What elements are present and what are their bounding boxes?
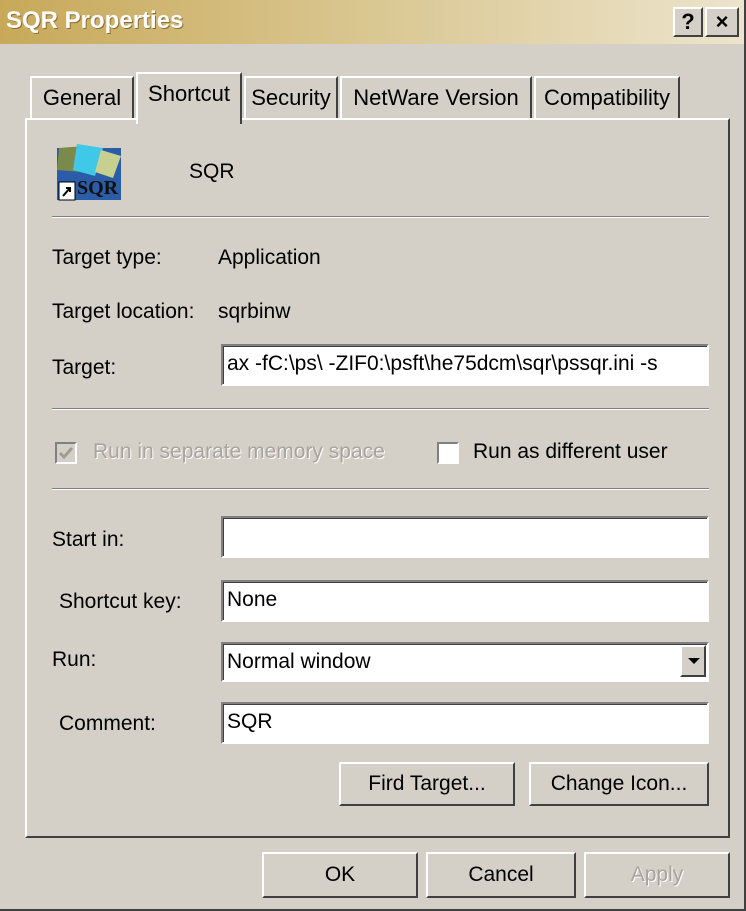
separator-1 [52,216,709,218]
run-separate-memory-label: Run in separate memory space [93,440,385,463]
run-as-different-user-label: Run as different user [473,440,668,463]
sqr-shortcut-icon: SQR [55,142,127,204]
window-title: SQR Properties [6,7,184,34]
separator-3 [52,488,709,490]
title-bar[interactable]: SQR Properties ? × [0,0,744,44]
run-label: Run: [52,648,97,671]
shortcut-name: SQR [189,160,235,183]
tab-shortcut[interactable]: Shortcut [136,72,242,124]
close-button[interactable]: × [705,7,739,37]
cancel-button[interactable]: Cancel [426,852,576,898]
comment-label: Comment: [59,712,156,735]
run-select-value: Normal window [227,650,371,673]
tab-compatibility[interactable]: Compatibility [534,76,680,118]
target-location-value: sqrbinw [218,300,291,323]
chevron-down-icon[interactable] [680,645,706,677]
tab-netware-version[interactable]: NetWare Version [340,76,532,118]
sqr-icon-text: SQR [77,177,119,199]
start-in-label: Start in: [52,528,125,551]
target-type-value: Application [218,246,321,269]
target-type-label: Target type: [52,246,162,269]
run-as-different-user-checkbox[interactable]: Run as different user [437,440,697,466]
start-in-input[interactable] [221,516,709,558]
run-separate-memory-checkbox: Run in separate memory space [55,440,395,466]
run-select[interactable]: Normal window [221,642,709,682]
shortcut-key-input[interactable]: None [221,580,709,622]
checkbox-box[interactable] [437,442,459,464]
shortcut-tab-panel: SQR SQR Target type: Application Target … [25,118,730,838]
target-input[interactable]: ax -fC:\ps\ -ZIF0:\psft\he75dcm\sqr\pssq… [221,344,709,386]
ok-button[interactable]: OK [262,852,418,898]
tab-security[interactable]: Security [244,76,338,118]
help-button[interactable]: ? [673,7,703,37]
tab-general[interactable]: General [30,76,134,118]
find-target-button[interactable]: Fird Target... [339,762,515,806]
properties-window: SQR Properties ? × General Shortcut Secu… [0,0,746,911]
checkbox-box [55,442,77,464]
separator-2 [52,408,709,410]
apply-button[interactable]: Apply [584,852,730,898]
check-icon [58,447,74,460]
comment-input[interactable]: SQR [221,702,709,744]
target-location-label: Target location: [52,300,195,323]
target-label: Target: [52,356,117,379]
change-icon-button[interactable]: Change Icon... [529,762,709,806]
close-icon: × [715,9,729,34]
shortcut-key-label: Shortcut key: [59,590,182,613]
